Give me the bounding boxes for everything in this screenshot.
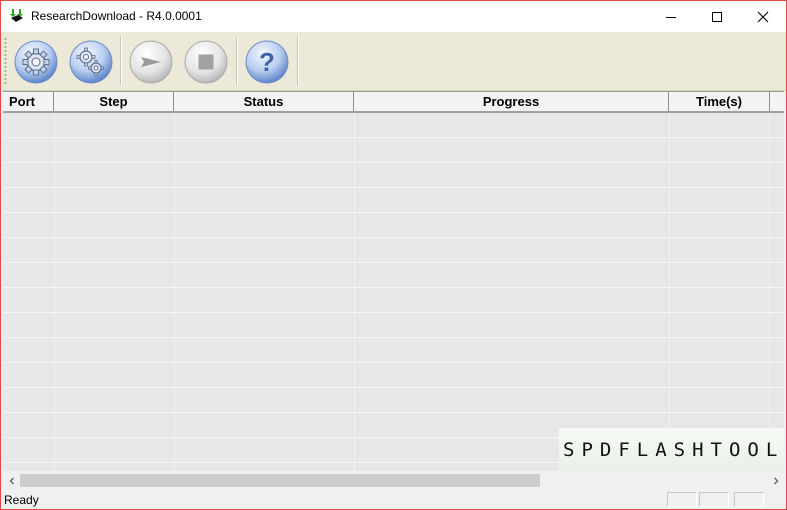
column-header-time[interactable]: Time(s): [669, 92, 770, 111]
start-download-button[interactable]: [128, 39, 174, 85]
port-list-view[interactable]: Port Step Status Progress Time(s): [3, 91, 784, 471]
column-divider: [769, 113, 770, 471]
toolbar-separator: [120, 36, 122, 86]
minimize-button[interactable]: [648, 1, 694, 32]
status-pane: [699, 492, 729, 507]
gears-icon: [69, 40, 113, 84]
column-divider: [54, 113, 55, 471]
stop-download-button[interactable]: [183, 39, 229, 85]
horizontal-scrollbar[interactable]: [3, 472, 784, 489]
chevron-left-icon: [9, 477, 14, 484]
svg-text:?: ?: [259, 47, 275, 77]
list-header: Port Step Status Progress Time(s): [3, 91, 784, 113]
column-header-step[interactable]: Step: [54, 92, 174, 111]
title-bar[interactable]: ResearchDownload - R4.0.0001: [1, 1, 786, 32]
stop-square-icon: [184, 40, 228, 84]
download-app-icon: [9, 8, 25, 24]
advanced-settings-button[interactable]: [68, 39, 114, 85]
column-header-port[interactable]: Port: [3, 92, 54, 111]
play-arrow-icon: [129, 40, 173, 84]
scroll-right-button[interactable]: [767, 472, 784, 489]
window-title: ResearchDownload - R4.0.0001: [31, 9, 202, 23]
chevron-right-icon: [773, 477, 778, 484]
watermark-text: SPDFLASHTOOL.COM: [559, 428, 786, 472]
column-divider: [354, 113, 355, 471]
toolbar-separator: [236, 36, 238, 86]
column-divider: [669, 113, 670, 471]
close-icon: [757, 11, 769, 22]
maximize-icon: [712, 11, 722, 22]
question-mark-icon: ?: [245, 40, 289, 84]
status-pane: [667, 492, 697, 507]
app-window: ResearchDownload - R4.0.0001 ? Port Step…: [0, 0, 787, 510]
gear-icon: [14, 40, 58, 84]
column-header-progress[interactable]: Progress: [354, 92, 669, 111]
scroll-left-button[interactable]: [3, 472, 20, 489]
column-divider: [174, 113, 175, 471]
close-button[interactable]: [740, 1, 786, 32]
toolbar-separator: [297, 36, 299, 86]
toolbar-grip[interactable]: [4, 37, 7, 85]
column-header-status[interactable]: Status: [174, 92, 354, 111]
help-button[interactable]: ?: [244, 39, 290, 85]
maximize-button[interactable]: [694, 1, 740, 32]
scroll-thumb[interactable]: [20, 474, 540, 487]
toolbar: ?: [1, 32, 786, 91]
status-bar: Ready: [1, 490, 786, 509]
status-text: Ready: [4, 493, 39, 507]
minimize-icon: [666, 16, 676, 18]
list-body[interactable]: [3, 113, 784, 471]
status-pane: [734, 492, 764, 507]
settings-button[interactable]: [13, 39, 59, 85]
